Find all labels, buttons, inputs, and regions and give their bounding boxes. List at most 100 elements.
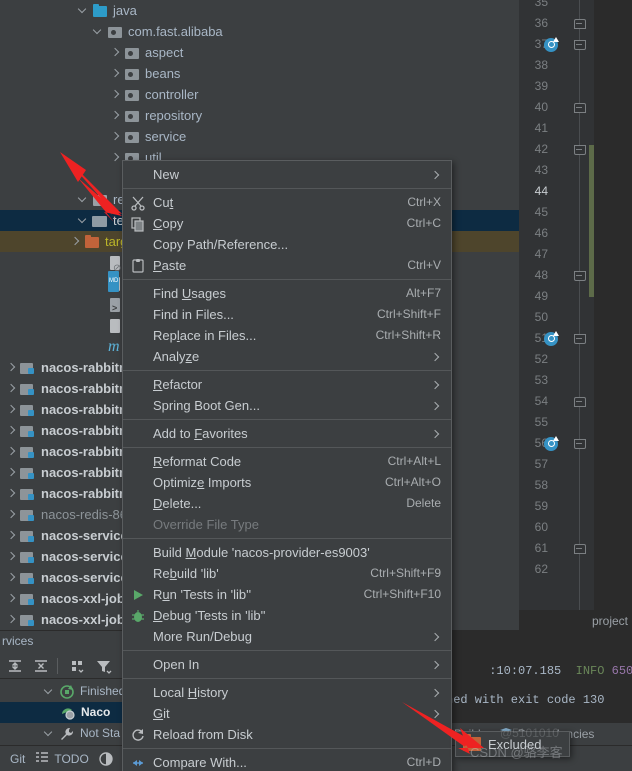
menu-item[interactable]: Open In: [123, 654, 451, 675]
chevron-down-icon[interactable]: [93, 26, 104, 37]
code-fold-icon[interactable]: [574, 397, 586, 408]
context-menu[interactable]: New Cut Ctrl+X Copy Ctrl+C Copy Path/Referenc…: [122, 160, 452, 771]
chevron-right-icon[interactable]: [6, 467, 17, 478]
chevron-right-icon[interactable]: [6, 362, 17, 373]
chevron-down-icon[interactable]: [44, 686, 55, 697]
gutter-bookmark-icon[interactable]: [544, 436, 559, 451]
tree-row[interactable]: service: [0, 126, 519, 147]
status-problems-icon[interactable]: [99, 751, 113, 766]
gutter-bookmark-icon[interactable]: [544, 37, 559, 52]
menu-item[interactable]: Refactor: [123, 374, 451, 395]
services-row[interactable]: Finished: [0, 681, 125, 702]
menu-item[interactable]: Optimize Imports Ctrl+Alt+O: [123, 472, 451, 493]
chevron-down-icon[interactable]: [44, 728, 55, 739]
chevron-right-icon[interactable]: [6, 488, 17, 499]
chevron-right-icon[interactable]: [6, 509, 17, 520]
services-row-label: Naco: [81, 705, 111, 719]
tree-row[interactable]: repository: [0, 105, 519, 126]
chevron-right-icon: [431, 170, 441, 180]
chevron-right-icon: [431, 352, 441, 362]
module-icon: [20, 444, 36, 460]
menu-item[interactable]: Copy Ctrl+C: [123, 213, 451, 234]
services-row[interactable]: Not Sta: [0, 723, 120, 744]
menu-item[interactable]: More Run/Debug: [123, 626, 451, 647]
services-tab-label[interactable]: rvices: [0, 631, 33, 652]
code-fold-icon[interactable]: [574, 544, 586, 555]
chevron-right-icon[interactable]: [110, 110, 121, 121]
tree-row-label: controller: [145, 87, 199, 102]
chevron-right-icon[interactable]: [6, 614, 17, 625]
orangefolder-icon: [84, 234, 100, 250]
menu-item[interactable]: Cut Ctrl+X: [123, 192, 451, 213]
tree-row[interactable]: controller: [0, 84, 519, 105]
menu-item[interactable]: Find Usages Alt+F7: [123, 283, 451, 304]
filter-icon[interactable]: [93, 655, 115, 677]
menu-item[interactable]: Rebuild 'lib' Ctrl+Shift+F9: [123, 563, 451, 584]
code-fold-icon[interactable]: [574, 271, 586, 282]
line-number: 60: [534, 520, 548, 534]
menu-item[interactable]: Local History: [123, 682, 451, 703]
chevron-down-icon[interactable]: [78, 215, 89, 226]
editor-breadcrumb[interactable]: project: [592, 614, 628, 628]
menu-item[interactable]: Run 'Tests in 'lib'' Ctrl+Shift+F10: [123, 584, 451, 605]
chevron-right-icon[interactable]: [110, 68, 121, 79]
chevron-right-icon[interactable]: [110, 89, 121, 100]
menu-item[interactable]: Build Module 'nacos-provider-es9003': [123, 542, 451, 563]
menu-separator: [123, 447, 451, 448]
chevron-right-icon[interactable]: [6, 446, 17, 457]
tree-row[interactable]: java: [0, 0, 519, 21]
menu-separator: [123, 188, 451, 189]
menu-item-shortcut: Ctrl+Shift+R: [375, 328, 441, 342]
chevron-down-icon[interactable]: [78, 5, 89, 16]
menu-item[interactable]: Analyze: [123, 346, 451, 367]
editor-gutter[interactable]: 35 36 37 38 39 40 41 42 43 44 45 46 47 48 49 50 51 52 53 54…: [519, 0, 594, 610]
menu-item-label: Copy: [153, 216, 184, 231]
collapse-all-icon[interactable]: [30, 655, 52, 677]
status-todo[interactable]: TODO: [35, 750, 89, 767]
menu-item[interactable]: Delete... Delete: [123, 493, 451, 514]
menu-item[interactable]: Copy Path/Reference...: [123, 234, 451, 255]
menu-item[interactable]: Find in Files... Ctrl+Shift+F: [123, 304, 451, 325]
menu-item[interactable]: Paste Ctrl+V: [123, 255, 451, 276]
expand-all-icon[interactable]: [4, 655, 26, 677]
tree-row[interactable]: aspect: [0, 42, 519, 63]
chevron-right-icon[interactable]: [110, 131, 121, 142]
code-fold-icon[interactable]: [574, 439, 586, 450]
menu-item-shortcut: Ctrl+Shift+F: [376, 307, 441, 321]
chevron-right-icon[interactable]: [6, 530, 17, 541]
menu-item-label: Add to Favorites: [153, 426, 248, 441]
editor-text-area[interactable]: [594, 0, 632, 610]
menu-item[interactable]: New: [123, 164, 451, 185]
chevron-right-icon[interactable]: [6, 404, 17, 415]
chevron-right-icon[interactable]: [6, 593, 17, 604]
toolbar-separator: [57, 657, 58, 674]
tree-row[interactable]: beans: [0, 63, 519, 84]
chevron-right-icon[interactable]: [110, 47, 121, 58]
menu-item[interactable]: Reformat Code Ctrl+Alt+L: [123, 451, 451, 472]
chevron-right-icon[interactable]: [70, 236, 81, 247]
chevron-right-icon[interactable]: [6, 383, 17, 394]
chevron-right-icon[interactable]: [110, 152, 121, 163]
menu-item[interactable]: Replace in Files... Ctrl+Shift+R: [123, 325, 451, 346]
code-fold-icon[interactable]: [574, 40, 586, 51]
menu-item[interactable]: Add to Favorites: [123, 423, 451, 444]
tree-row[interactable]: com.fast.alibaba: [0, 21, 519, 42]
group-by-icon[interactable]: [67, 655, 89, 677]
chevron-down-icon[interactable]: [78, 194, 89, 205]
gutter-bookmark-icon[interactable]: [544, 331, 559, 346]
code-fold-icon[interactable]: [574, 19, 586, 30]
menu-item[interactable]: Debug 'Tests in 'lib'': [123, 605, 451, 626]
menu-item[interactable]: Reload from Disk: [123, 724, 451, 745]
code-fold-icon[interactable]: [574, 334, 586, 345]
chevron-right-icon[interactable]: [6, 425, 17, 436]
menu-item[interactable]: Spring Boot Gen...: [123, 395, 451, 416]
menu-item[interactable]: Git: [123, 703, 451, 724]
code-fold-icon[interactable]: [574, 145, 586, 156]
status-git[interactable]: Git: [10, 752, 25, 766]
chevron-right-icon[interactable]: [6, 551, 17, 562]
editor-pane[interactable]: 35 36 37 38 39 40 41 42 43 44 45 46 47 48 49 50 51 52 53 54…: [519, 0, 632, 630]
chevron-right-icon[interactable]: [6, 572, 17, 583]
menu-item[interactable]: Compare With... Ctrl+D: [123, 752, 451, 771]
code-fold-icon[interactable]: [574, 103, 586, 114]
